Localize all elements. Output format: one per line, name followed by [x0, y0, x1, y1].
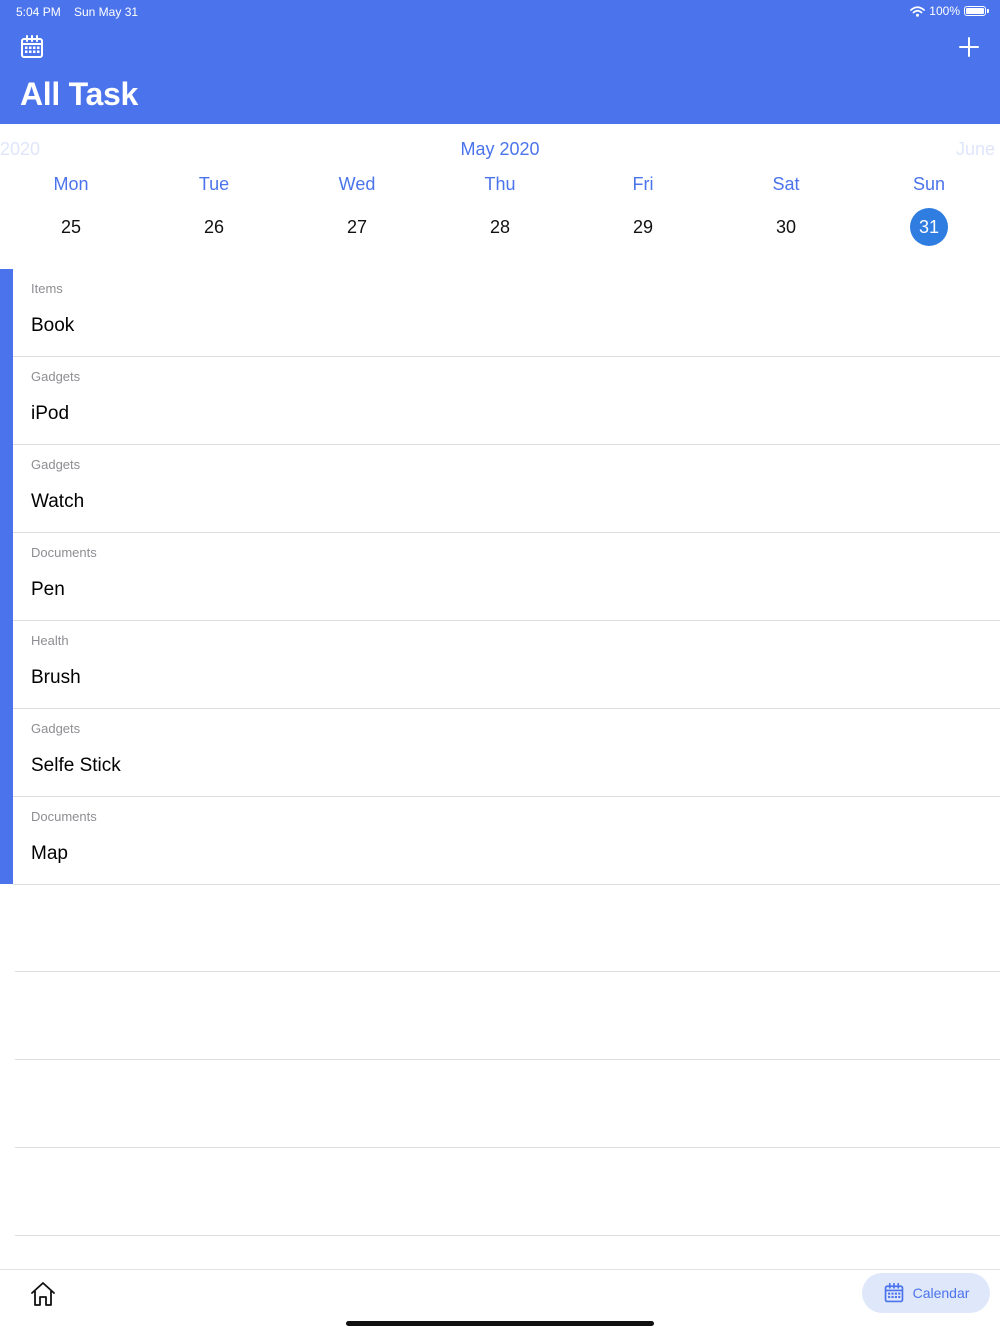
empty-row — [15, 884, 1000, 972]
task-row[interactable]: Health Brush — [13, 621, 1000, 709]
page-title: All Task — [20, 76, 138, 112]
task-row[interactable]: Gadgets Selfe Stick — [13, 709, 1000, 797]
home-tab[interactable] — [29, 1280, 57, 1308]
app-header: 5:04 PM Sun May 31 100% All Task — [0, 0, 1000, 124]
wifi-icon — [910, 5, 926, 17]
status-bar: 5:04 PM Sun May 31 100% — [0, 0, 1000, 24]
battery-percent: 100% — [929, 4, 960, 18]
task-list-accent-bar — [0, 269, 13, 884]
calendar-button[interactable] — [19, 34, 45, 60]
month-selector: 2020 May 2020 June — [0, 136, 1000, 162]
add-task-button[interactable] — [956, 34, 982, 60]
week-dates: 25 26 27 28 29 30 31 — [0, 207, 1000, 247]
calendar-icon — [884, 1282, 903, 1303]
date-number: 26 — [203, 216, 225, 237]
date-cell[interactable]: 27 — [286, 207, 428, 247]
date-number: 25 — [60, 216, 82, 237]
task-name: Map — [31, 843, 68, 864]
task-category: Gadgets — [31, 369, 81, 384]
next-month[interactable]: June — [956, 139, 995, 160]
weekday-header: Mon Tue Wed Thu Fri Sat Sun — [0, 174, 1000, 198]
date-number: 30 — [775, 216, 797, 237]
date-number: 29 — [632, 216, 654, 237]
date-cell[interactable]: 26 — [143, 207, 285, 247]
home-icon — [31, 1282, 55, 1306]
status-indicators: 100% — [910, 4, 989, 18]
date-number: 28 — [489, 216, 511, 237]
weekday-label: Wed — [338, 174, 376, 194]
task-name: iPod — [31, 403, 70, 424]
current-month: May 2020 — [460, 139, 540, 159]
task-name: Book — [31, 315, 75, 336]
task-name: Selfe Stick — [31, 755, 121, 776]
task-list: Items Book Gadgets iPod Gadgets Watch Do… — [13, 269, 1000, 885]
task-category: Health — [31, 633, 69, 648]
status-date: Sun May 31 — [74, 5, 139, 19]
task-name: Pen — [31, 579, 65, 600]
weekday-label: Fri — [632, 174, 654, 194]
task-category: Gadgets — [31, 721, 81, 736]
empty-row — [15, 972, 1000, 1060]
plus-icon — [959, 37, 979, 57]
empty-row — [15, 1148, 1000, 1236]
weekday-label: Sat — [772, 174, 800, 194]
date-cell[interactable]: 30 — [715, 207, 857, 247]
calendar-tab[interactable]: Calendar — [862, 1273, 990, 1313]
date-cell-selected[interactable]: 31 — [858, 207, 1000, 247]
task-row[interactable]: Documents Pen — [13, 533, 1000, 621]
task-row[interactable]: Documents Map — [13, 797, 1000, 885]
calendar-tab-label: Calendar — [912, 1285, 970, 1301]
date-cell[interactable]: 28 — [429, 207, 571, 247]
empty-list-rows — [15, 884, 1000, 1236]
task-row[interactable]: Gadgets Watch — [13, 445, 1000, 533]
weekday-label: Mon — [53, 174, 89, 194]
date-number: 27 — [346, 216, 368, 237]
weekday-label: Thu — [484, 174, 516, 194]
task-name: Brush — [31, 667, 81, 688]
task-name: Watch — [31, 491, 85, 512]
weekday-label: Sun — [912, 174, 946, 194]
task-row[interactable]: Gadgets iPod — [13, 357, 1000, 445]
calendar-icon — [21, 35, 43, 58]
task-row[interactable]: Items Book — [13, 269, 1000, 357]
selected-date-number: 31 — [910, 208, 948, 246]
task-category: Gadgets — [31, 457, 81, 472]
task-category: Items — [31, 281, 63, 296]
weekday-label: Tue — [198, 174, 230, 194]
task-category: Documents — [31, 809, 97, 824]
battery-icon — [964, 6, 989, 16]
empty-row — [15, 1060, 1000, 1148]
date-cell[interactable]: 29 — [572, 207, 714, 247]
task-category: Documents — [31, 545, 97, 560]
status-time: 5:04 PM — [16, 5, 61, 19]
home-indicator — [346, 1321, 654, 1326]
date-cell[interactable]: 25 — [0, 207, 142, 247]
